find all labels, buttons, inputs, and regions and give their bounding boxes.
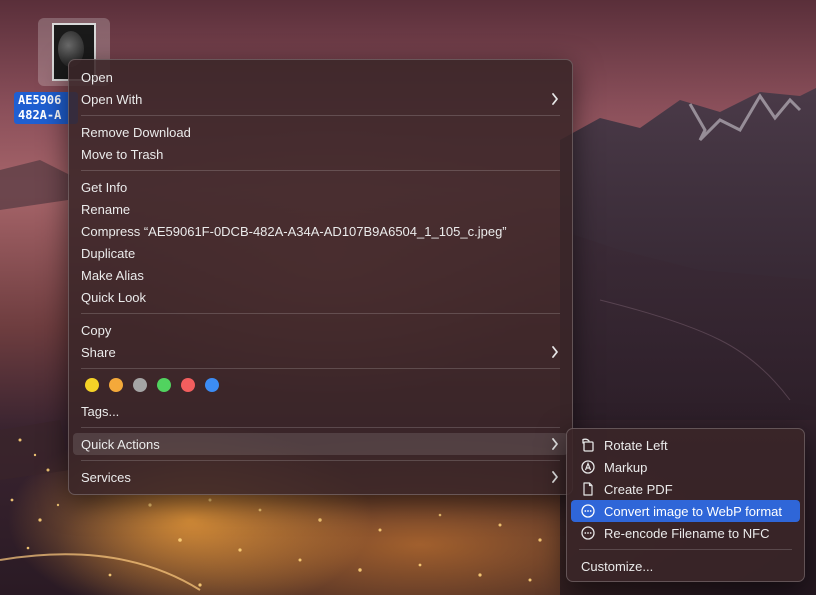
menu-separator	[81, 427, 560, 428]
menu-separator	[81, 170, 560, 171]
tag-dot-orange[interactable]	[109, 378, 123, 392]
ellipsis-circle-icon	[581, 504, 595, 518]
rotate-left-icon	[582, 438, 594, 452]
menu-item-rename[interactable]: Rename	[73, 198, 568, 220]
tag-dot-blue[interactable]	[205, 378, 219, 392]
submenu-item-rotate-left[interactable]: Rotate Left	[571, 434, 800, 456]
menu-separator	[579, 549, 792, 550]
menu-item-label: Open	[81, 69, 113, 85]
chevron-right-icon	[552, 471, 558, 483]
menu-item-label: Get Info	[81, 179, 128, 195]
submenu-item-reencode-filename[interactable]: Re-encode Filename to NFC	[571, 522, 800, 544]
tag-dot-yellow[interactable]	[85, 378, 99, 392]
submenu-item-customize[interactable]: Customize...	[571, 555, 800, 577]
menu-item-services[interactable]: Services	[73, 466, 568, 488]
menu-item-make-alias[interactable]: Make Alias	[73, 264, 568, 286]
menu-item-label: Quick Actions	[81, 436, 160, 452]
menu-item-label: Copy	[81, 322, 112, 338]
menu-item-label: Move to Trash	[81, 146, 164, 162]
menu-item-share[interactable]: Share	[73, 341, 568, 363]
menu-item-label: Remove Download	[81, 124, 191, 140]
menu-item-open[interactable]: Open	[73, 66, 568, 88]
menu-item-get-info[interactable]: Get Info	[73, 176, 568, 198]
tag-dot-red[interactable]	[181, 378, 195, 392]
submenu-item-label: Re-encode Filename to NFC	[604, 525, 770, 541]
menu-item-remove-download[interactable]: Remove Download	[73, 121, 568, 143]
tag-dot-gray[interactable]	[133, 378, 147, 392]
markup-icon	[581, 460, 595, 474]
menu-item-duplicate[interactable]: Duplicate	[73, 242, 568, 264]
menu-item-quick-actions[interactable]: Quick Actions	[73, 433, 568, 455]
tag-dot-green[interactable]	[157, 378, 171, 392]
menu-item-label: Open With	[81, 91, 143, 107]
menu-item-label: Quick Look	[81, 289, 147, 305]
submenu-item-markup[interactable]: Markup	[571, 456, 800, 478]
quick-actions-submenu: Rotate Left Markup Create PDF Convert im…	[566, 428, 805, 582]
menu-separator	[81, 368, 560, 369]
chevron-right-icon	[552, 438, 558, 450]
menu-item-label: Services	[81, 469, 131, 485]
menu-item-label: Make Alias	[81, 267, 144, 283]
menu-item-label: Compress “AE59061F-0DCB-482A-A34A-AD107B…	[81, 223, 507, 239]
menu-item-label: Tags...	[81, 403, 120, 419]
submenu-item-create-pdf[interactable]: Create PDF	[571, 478, 800, 500]
menu-item-compress[interactable]: Compress “AE59061F-0DCB-482A-A34A-AD107B…	[73, 220, 568, 242]
submenu-item-label: Customize...	[581, 558, 654, 574]
submenu-item-label: Convert image to WebP format	[604, 503, 782, 519]
ellipsis-circle-icon	[581, 526, 595, 540]
submenu-item-label: Create PDF	[604, 481, 673, 497]
menu-separator	[81, 460, 560, 461]
menu-item-label: Duplicate	[81, 245, 136, 261]
menu-separator	[81, 115, 560, 116]
submenu-item-label: Markup	[604, 459, 648, 475]
menu-item-tags[interactable]: Tags...	[73, 400, 568, 422]
context-menu: Open Open With Remove Download Move to T…	[68, 59, 573, 495]
submenu-item-convert-webp[interactable]: Convert image to WebP format	[571, 500, 800, 522]
tag-color-row	[85, 378, 219, 392]
menu-item-label: Rename	[81, 201, 131, 217]
menu-item-open-with[interactable]: Open With	[73, 88, 568, 110]
chevron-right-icon	[552, 346, 558, 358]
menu-item-label: Share	[81, 344, 116, 360]
chevron-right-icon	[552, 93, 558, 105]
menu-item-quick-look[interactable]: Quick Look	[73, 286, 568, 308]
menu-item-move-to-trash[interactable]: Move to Trash	[73, 143, 568, 165]
document-icon	[583, 482, 593, 496]
submenu-item-label: Rotate Left	[604, 437, 668, 453]
menu-item-copy[interactable]: Copy	[73, 319, 568, 341]
menu-separator	[81, 313, 560, 314]
